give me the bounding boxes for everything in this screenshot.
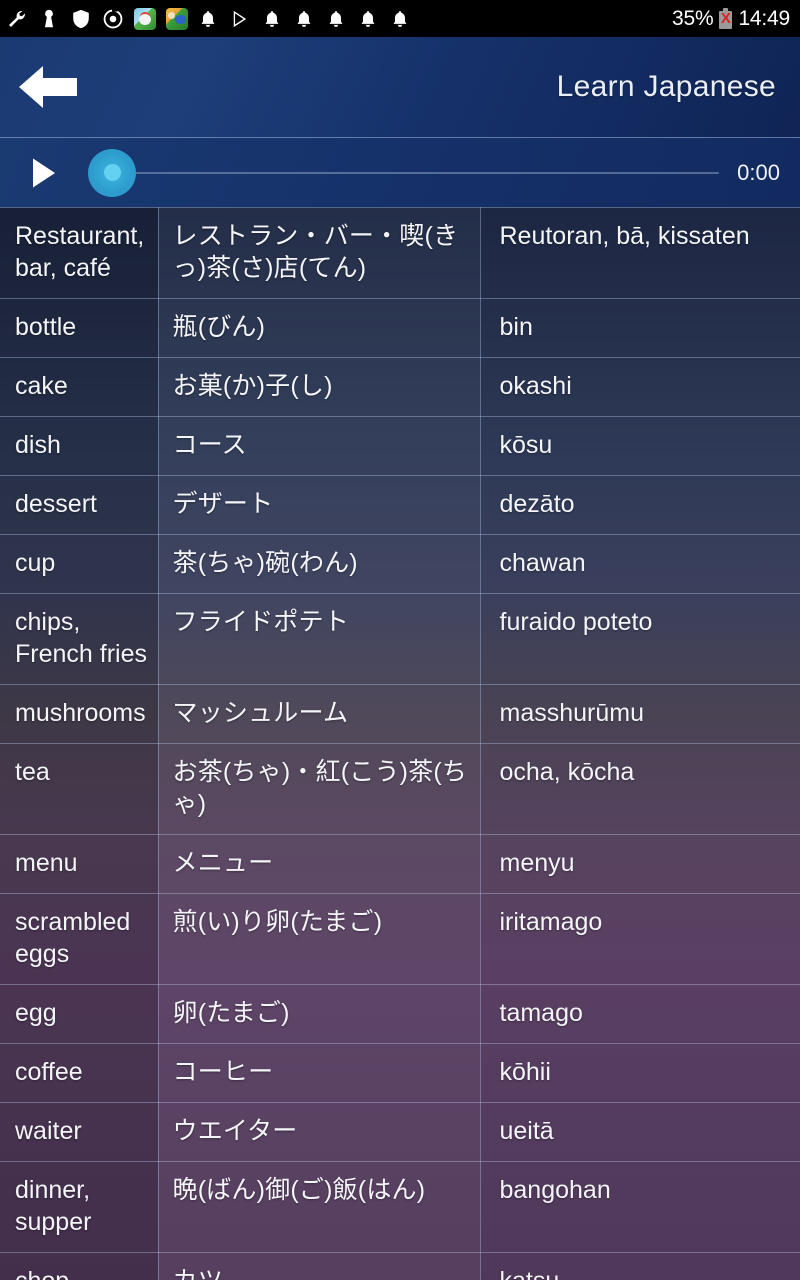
cell-english: dessert (0, 475, 159, 535)
cell-romaji: ueitā (480, 1102, 800, 1162)
notification-bell-icon (262, 8, 284, 30)
table-row[interactable]: tea お茶(ちゃ)・紅(こう)茶(ちゃ) ocha, kōcha (0, 743, 800, 835)
cell-romaji: bin (480, 298, 800, 358)
back-button[interactable] (0, 37, 96, 137)
cell-romaji: kōsu (480, 416, 800, 476)
cell-english: Restaurant, bar, café (0, 207, 159, 299)
status-bar: 35% X 14:49 (0, 0, 800, 37)
app-header: Learn Japanese (0, 37, 800, 137)
status-bar-notification-icons (6, 7, 672, 30)
cell-romaji: kōhii (480, 1043, 800, 1103)
seek-track[interactable] (114, 171, 720, 174)
table-row[interactable]: coffee コーヒー kōhii (0, 1043, 800, 1103)
cell-english: dish (0, 416, 159, 476)
notification-bell-icon (198, 8, 220, 30)
app-screen: 35% X 14:49 Learn Japanese 0:00 Restaura… (0, 0, 800, 1280)
notification-bell-icon (358, 8, 380, 30)
cell-romaji: dezāto (480, 475, 800, 535)
back-arrow-icon (17, 64, 79, 110)
cell-romaji: masshurūmu (480, 684, 800, 744)
game-app-icon-1 (134, 7, 156, 30)
status-bar-system-info: 35% X 14:49 (672, 7, 790, 30)
battery-error-mark: X (720, 10, 731, 27)
cell-english: tea (0, 743, 159, 835)
cell-english: scrambled eggs (0, 893, 159, 985)
cell-japanese: レストラン・バー・喫(きっ)茶(さ)店(てん) (158, 207, 481, 299)
table-row[interactable]: menu メニュー menyu (0, 834, 800, 894)
table-row[interactable]: dessert デザート dezāto (0, 475, 800, 535)
table-row[interactable]: waiter ウエイター ueitā (0, 1102, 800, 1162)
cell-romaji: okashi (480, 357, 800, 417)
table-row[interactable]: scrambled eggs 煎(い)り卵(たまご) iritamago (0, 893, 800, 985)
cell-romaji: ocha, kōcha (480, 743, 800, 835)
target-icon (102, 8, 124, 30)
cell-romaji: furaido poteto (480, 593, 800, 685)
shield-icon (70, 8, 92, 30)
cell-english: mushrooms (0, 684, 159, 744)
cell-english: dinner, supper (0, 1161, 159, 1253)
audio-player: 0:00 (0, 137, 800, 207)
vocabulary-table: Restaurant, bar, café レストラン・バー・喫(きっ)茶(さ)… (0, 207, 800, 1280)
cell-romaji: bangohan (480, 1161, 800, 1253)
cell-english: chips, French fries (0, 593, 159, 685)
table-row[interactable]: cake お菓(か)子(し) okashi (0, 357, 800, 417)
play-icon (31, 157, 57, 189)
cell-english: cup (0, 534, 159, 594)
cell-english: egg (0, 984, 159, 1044)
cell-romaji: iritamago (480, 893, 800, 985)
keyhole-icon (38, 8, 60, 30)
seek-bar[interactable] (88, 138, 737, 208)
cell-japanese: 瓶(びん) (158, 298, 481, 358)
cell-japanese: 煎(い)り卵(たまご) (158, 893, 481, 985)
table-row[interactable]: mushrooms マッシュルーム masshurūmu (0, 684, 800, 744)
cell-english: bottle (0, 298, 159, 358)
cell-japanese: お菓(か)子(し) (158, 357, 481, 417)
cell-romaji: menyu (480, 834, 800, 894)
wrench-icon (6, 8, 28, 30)
cell-romaji: Reutoran, bā, kissaten (480, 207, 800, 299)
cell-english: coffee (0, 1043, 159, 1103)
battery-percent-label: 35% (672, 7, 714, 30)
table-row[interactable]: Restaurant, bar, café レストラン・バー・喫(きっ)茶(さ)… (0, 207, 800, 299)
cell-romaji: katsu (480, 1252, 800, 1280)
cell-romaji: tamago (480, 984, 800, 1044)
cell-japanese: メニュー (158, 834, 481, 894)
seek-knob[interactable] (88, 148, 136, 197)
table-row[interactable]: dinner, supper 晩(ばん)御(ご)飯(はん) bangohan (0, 1161, 800, 1253)
table-row[interactable]: cup 茶(ちゃ)碗(わん) chawan (0, 534, 800, 594)
cell-english: chop (0, 1252, 159, 1280)
cell-english: waiter (0, 1102, 159, 1162)
cell-romaji: chawan (480, 534, 800, 594)
table-row[interactable]: dish コース kōsu (0, 416, 800, 476)
cell-japanese: お茶(ちゃ)・紅(こう)茶(ちゃ) (158, 743, 481, 835)
cell-japanese: 茶(ちゃ)碗(わん) (158, 534, 481, 594)
cell-japanese: カツ (158, 1252, 481, 1280)
notification-bell-icon (390, 8, 412, 30)
cell-japanese: マッシュルーム (158, 684, 481, 744)
game-app-icon-2 (166, 7, 188, 30)
page-title: Learn Japanese (556, 70, 776, 103)
cell-english: menu (0, 834, 159, 894)
clock-label: 14:49 (738, 7, 790, 30)
notification-bell-icon (326, 8, 348, 30)
cell-japanese: コース (158, 416, 481, 476)
cell-japanese: 晩(ばん)御(ご)飯(はん) (158, 1161, 481, 1253)
play-button[interactable] (0, 138, 88, 208)
cell-japanese: フライドポテト (158, 593, 481, 685)
cell-english: cake (0, 357, 159, 417)
table-row[interactable]: chop カツ katsu (0, 1252, 800, 1280)
play-store-icon (230, 8, 252, 30)
playback-time-label: 0:00 (737, 159, 780, 185)
cell-japanese: ウエイター (158, 1102, 481, 1162)
table-row[interactable]: chips, French fries フライドポテト furaido pote… (0, 593, 800, 685)
cell-japanese: コーヒー (158, 1043, 481, 1103)
notification-bell-icon (294, 8, 316, 30)
vocabulary-table-body: Restaurant, bar, café レストラン・バー・喫(きっ)茶(さ)… (0, 207, 800, 1280)
battery-error-icon: X (718, 7, 733, 30)
cell-japanese: デザート (158, 475, 481, 535)
cell-japanese: 卵(たまご) (158, 984, 481, 1044)
table-row[interactable]: bottle 瓶(びん) bin (0, 298, 800, 358)
table-row[interactable]: egg 卵(たまご) tamago (0, 984, 800, 1044)
